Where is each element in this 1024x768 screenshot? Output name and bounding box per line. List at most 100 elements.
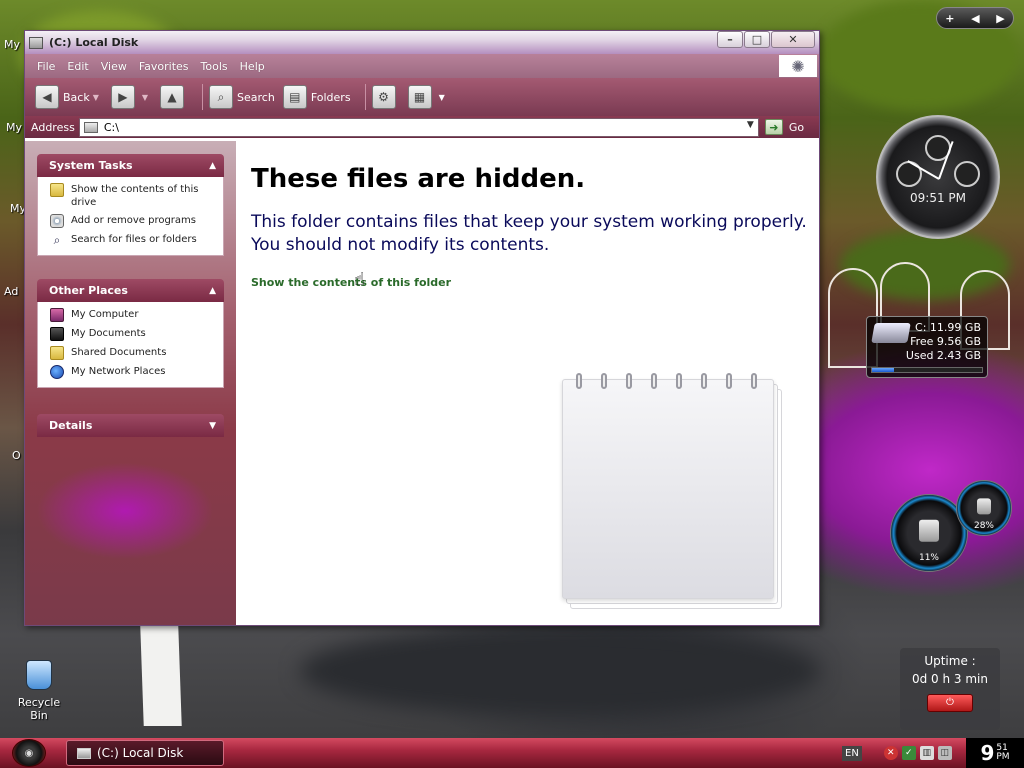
window-title: (C:) Local Disk bbox=[49, 36, 139, 49]
network-icon bbox=[50, 365, 64, 379]
menu-bar: File Edit View Favorites Tools Help ✺ bbox=[25, 54, 819, 78]
clock-subdial bbox=[954, 161, 980, 187]
next-icon[interactable]: ▶ bbox=[996, 12, 1004, 25]
title-bar[interactable]: (C:) Local Disk – □ ✕ bbox=[25, 31, 819, 54]
cpu-percent: 11% bbox=[918, 553, 939, 563]
search-button[interactable]: ⌕ Search bbox=[209, 85, 275, 109]
collapse-icon[interactable]: ▲ bbox=[209, 161, 216, 171]
forward-arrow-icon: ▶ bbox=[110, 85, 135, 109]
expand-icon[interactable]: ▼ bbox=[209, 421, 216, 431]
address-dropdown-icon[interactable]: ▼ bbox=[747, 120, 754, 130]
close-button[interactable]: ✕ bbox=[771, 31, 815, 48]
menu-view[interactable]: View bbox=[101, 60, 127, 73]
folder-icon bbox=[50, 183, 64, 197]
security-alert-icon[interactable]: ✕ bbox=[883, 746, 898, 760]
folders-button[interactable]: ▤ Folders bbox=[282, 85, 351, 109]
menu-favorites[interactable]: Favorites bbox=[139, 60, 189, 73]
views-dropdown-icon[interactable]: ▼ bbox=[439, 93, 445, 102]
views-button[interactable]: ▦ ▼ bbox=[407, 85, 449, 109]
add-gadget-icon[interactable]: + bbox=[945, 12, 954, 25]
shared-folder-icon bbox=[50, 346, 64, 360]
menu-file[interactable]: File bbox=[37, 60, 55, 73]
details-header[interactable]: Details ▼ bbox=[37, 414, 224, 437]
taskbar-clock[interactable]: 9 51 PM bbox=[966, 738, 1024, 768]
place-my-documents[interactable]: My Documents bbox=[50, 327, 215, 341]
minimize-button[interactable]: – bbox=[717, 31, 743, 48]
cd-icon bbox=[50, 214, 64, 228]
uptime-label: Uptime : bbox=[924, 654, 976, 668]
system-tasks-panel: System Tasks ▲ Show the contents of this… bbox=[37, 154, 224, 256]
search-icon: ⌕ bbox=[53, 232, 61, 247]
folder-options-button[interactable]: ⚙ bbox=[371, 85, 400, 109]
prev-icon[interactable]: ◀ bbox=[971, 12, 979, 25]
desktop-icon-label[interactable]: My bbox=[4, 38, 20, 51]
back-button[interactable]: ◀ Back ▼ bbox=[35, 85, 103, 109]
place-my-computer[interactable]: My Computer bbox=[50, 308, 215, 322]
forward-dropdown-icon[interactable]: ▼ bbox=[142, 93, 148, 102]
start-button[interactable]: ◉ bbox=[12, 739, 46, 767]
recycle-bin[interactable]: Recycle Bin bbox=[8, 660, 70, 722]
drive-size: C: 11.99 GB bbox=[915, 321, 981, 334]
notepad-front-page bbox=[562, 379, 774, 599]
network-tray-icon[interactable]: ▥ bbox=[919, 746, 934, 760]
cpu-icon bbox=[919, 519, 939, 542]
menu-help[interactable]: Help bbox=[240, 60, 265, 73]
ram-percent: 28% bbox=[973, 521, 994, 531]
address-label: Address bbox=[31, 120, 75, 134]
place-my-network-places[interactable]: My Network Places bbox=[50, 365, 215, 379]
other-places-header[interactable]: Other Places ▲ bbox=[37, 279, 224, 302]
hidden-files-description: This folder contains files that keep you… bbox=[251, 212, 807, 255]
task-pane: System Tasks ▲ Show the contents of this… bbox=[25, 141, 236, 625]
maximize-button[interactable]: □ bbox=[744, 31, 770, 48]
place-label: My Documents bbox=[71, 328, 146, 339]
clock-ampm: PM bbox=[996, 752, 1010, 762]
task-show-drive-contents[interactable]: Show the contents of this drive bbox=[50, 183, 215, 209]
toolbar: ◀ Back ▼ ▶ ▼ ▲ ⌕ Search ▤ Folders ⚙ ▦ ▼ bbox=[25, 78, 819, 116]
task-add-remove-programs[interactable]: Add or remove programs bbox=[50, 214, 215, 228]
my-computer-icon bbox=[50, 308, 64, 322]
desktop-icon-label[interactable]: O bbox=[12, 449, 21, 462]
other-places-title: Other Places bbox=[49, 284, 128, 297]
go-label: Go bbox=[788, 120, 805, 134]
toolbar-separator bbox=[364, 84, 366, 110]
back-dropdown-icon[interactable]: ▼ bbox=[93, 93, 99, 102]
task-search-files[interactable]: ⌕ Search for files or folders bbox=[50, 233, 215, 247]
notepad-ring bbox=[751, 373, 757, 389]
taskbar: ◉ (C:) Local Disk EN ✕ ✓ ▥ ◫ 9 51 PM bbox=[0, 738, 1024, 768]
desktop-icon-label[interactable]: My bbox=[6, 121, 22, 134]
drive-usage-bar bbox=[871, 367, 983, 373]
back-label: Back bbox=[63, 90, 90, 104]
up-button[interactable]: ▲ bbox=[160, 85, 188, 109]
folders-icon: ▤ bbox=[282, 85, 307, 109]
menu-edit[interactable]: Edit bbox=[67, 60, 88, 73]
go-button[interactable]: ➜ Go bbox=[764, 119, 805, 135]
search-label: Search bbox=[237, 90, 275, 104]
menu-tools[interactable]: Tools bbox=[201, 60, 228, 73]
address-value: C:\ bbox=[103, 120, 119, 134]
drive-used: Used 2.43 GB bbox=[905, 349, 981, 362]
desktop-icon-label[interactable]: Ad bbox=[4, 285, 18, 298]
my-documents-icon bbox=[50, 327, 64, 341]
collapse-icon[interactable]: ▲ bbox=[209, 286, 216, 296]
ram-gauge[interactable]: 28% bbox=[956, 480, 1012, 536]
bg-car-front bbox=[300, 626, 820, 716]
show-contents-link[interactable]: Show the contents of this folder bbox=[251, 276, 451, 289]
notepad-ring bbox=[576, 373, 582, 389]
taskbar-window-button[interactable]: (C:) Local Disk bbox=[66, 740, 224, 766]
uptime-value: 0d 0 h 3 min bbox=[911, 672, 988, 686]
speaker-icon[interactable]: ◫ bbox=[937, 746, 952, 760]
windows-logo-throbber: ✺ bbox=[779, 55, 817, 77]
drive-usage-fill bbox=[872, 368, 894, 372]
system-tasks-header[interactable]: System Tasks ▲ bbox=[37, 154, 224, 177]
shield-icon[interactable]: ✓ bbox=[901, 746, 916, 760]
language-indicator[interactable]: EN bbox=[842, 745, 862, 761]
address-input[interactable]: C:\ ▼ bbox=[78, 117, 759, 137]
recycle-bin-label: Recycle Bin bbox=[17, 696, 61, 722]
sidebar-controls: + ◀ ▶ bbox=[936, 7, 1014, 29]
clock-gadget[interactable]: 09:51 PM bbox=[876, 115, 1000, 239]
notepad-ring bbox=[726, 373, 732, 389]
power-button[interactable]: ⏻ bbox=[927, 694, 973, 712]
forward-button[interactable]: ▶ ▼ bbox=[110, 85, 152, 109]
drive-gadget[interactable]: C: 11.99 GB Free 9.56 GB Used 2.43 GB bbox=[866, 316, 988, 378]
place-shared-documents[interactable]: Shared Documents bbox=[50, 346, 215, 360]
